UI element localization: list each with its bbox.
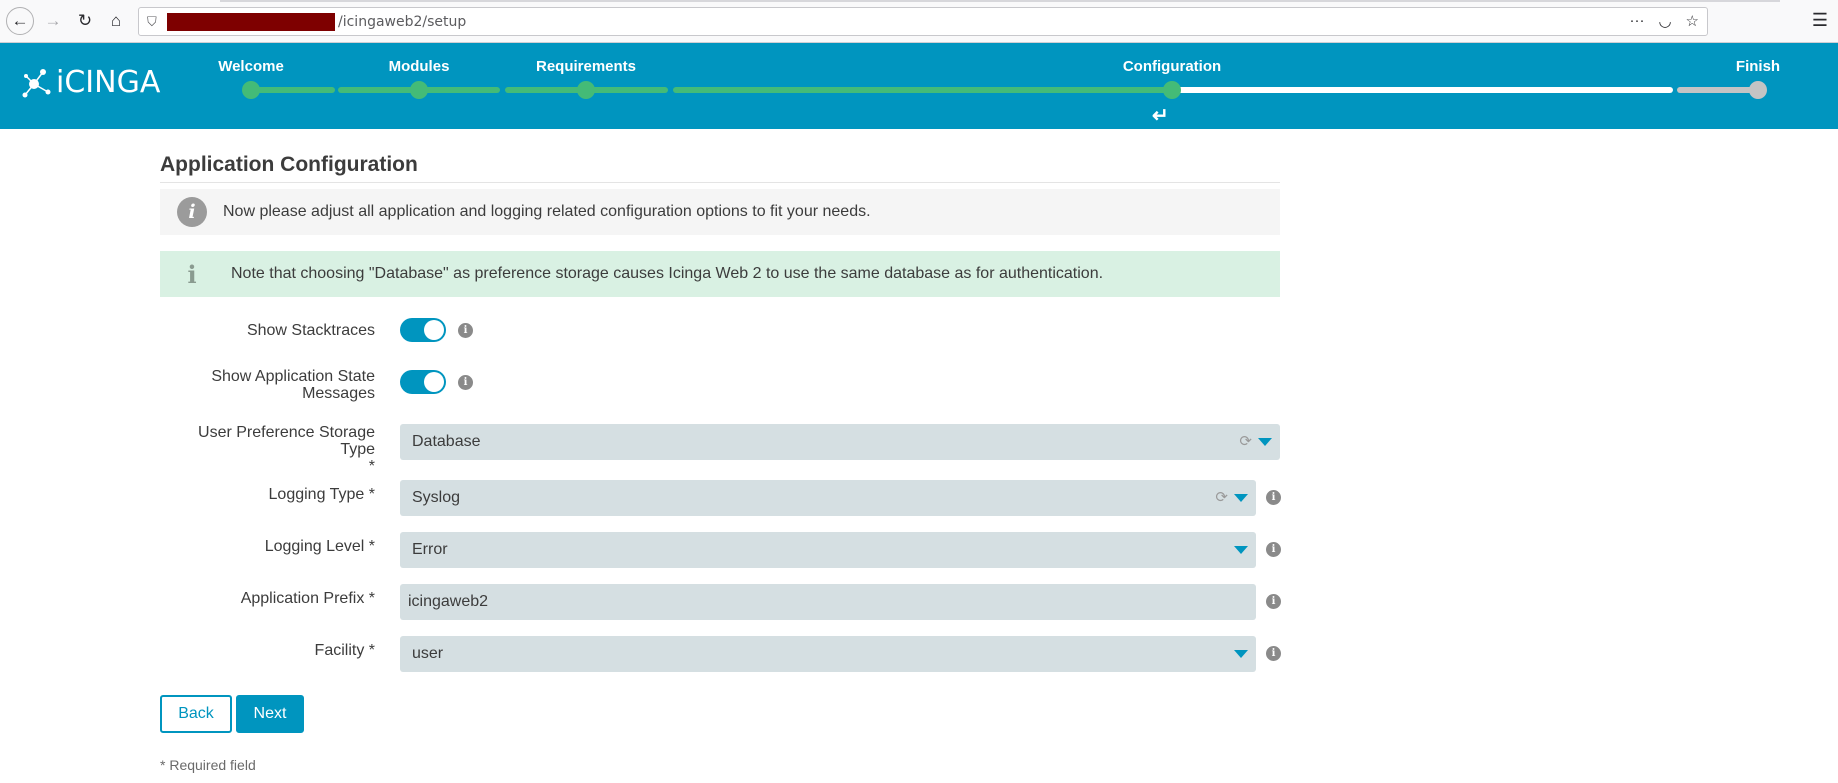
step-label-finish: Finish (1735, 58, 1781, 75)
show-app-state-label-line1: Show Application State (211, 368, 375, 385)
pref-storage-value: Database (412, 433, 481, 450)
chevron-down-icon (1258, 438, 1272, 446)
home-icon[interactable]: ⌂ (103, 8, 129, 34)
pref-storage-label: User Preference Storage Type * (160, 424, 375, 475)
help-icon[interactable]: i (1266, 594, 1281, 609)
facility-select[interactable]: user (400, 636, 1256, 672)
config-form: Show Stacktraces i Show Application Stat… (160, 0, 1281, 783)
next-button[interactable]: Next (236, 695, 304, 733)
more-icon[interactable]: ··· (1629, 12, 1644, 30)
help-icon[interactable]: i (1266, 490, 1281, 505)
show-app-state-toggle[interactable] (400, 370, 446, 394)
pref-storage-label-line2: * (368, 458, 375, 475)
back-arrow-icon[interactable]: ← (6, 7, 34, 35)
logging-level-label: Logging Level * (264, 538, 375, 555)
bookmark-star-icon[interactable]: ☆ (1686, 12, 1699, 30)
pref-storage-label-line1: User Preference Storage Type (198, 424, 375, 458)
logging-type-value: Syslog (412, 489, 461, 506)
chevron-down-icon (1234, 546, 1248, 554)
back-button[interactable]: Back (160, 695, 232, 733)
url-actions: ··· ◡ ☆ (1629, 12, 1699, 30)
step-dot-finish (1749, 81, 1767, 99)
forward-arrow-icon[interactable]: → (40, 8, 66, 34)
facility-label: Facility * (314, 642, 375, 659)
logging-level-value: Error (412, 541, 448, 558)
toggle-knob (424, 372, 444, 392)
chevron-down-icon (1234, 494, 1248, 502)
facility-value: user (412, 645, 444, 662)
autosubmit-icon: ⟳ (1239, 433, 1252, 450)
pocket-icon[interactable]: ◡ (1658, 12, 1671, 30)
show-app-state-label: Show Application State Messages (160, 368, 375, 402)
autosubmit-icon: ⟳ (1215, 489, 1228, 506)
help-icon[interactable]: i (1266, 646, 1281, 661)
help-icon[interactable]: i (458, 375, 473, 390)
chevron-down-icon (1234, 650, 1248, 658)
toggle-knob (424, 320, 444, 340)
logging-level-select[interactable]: Error (400, 532, 1256, 568)
reload-icon[interactable]: ↻ (72, 8, 98, 34)
logging-type-label: Logging Type * (268, 486, 375, 503)
track-segment-6 (1677, 87, 1759, 93)
app-prefix-label: Application Prefix * (240, 590, 375, 607)
show-stacktraces-toggle[interactable] (400, 318, 446, 342)
show-app-state-label-line2: Messages (302, 385, 375, 402)
show-stacktraces-label: Show Stacktraces (246, 322, 375, 339)
required-field-note: * Required field (160, 757, 256, 773)
shield-icon[interactable]: ⛉ (147, 14, 157, 30)
help-icon[interactable]: i (1266, 542, 1281, 557)
logging-type-select[interactable]: Syslog ⟳ (400, 480, 1256, 516)
pref-storage-select[interactable]: Database ⟳ (400, 424, 1280, 460)
help-icon[interactable]: i (458, 323, 473, 338)
app-prefix-input[interactable] (400, 584, 1256, 620)
hamburger-menu-icon[interactable]: ☰ (1812, 10, 1828, 31)
